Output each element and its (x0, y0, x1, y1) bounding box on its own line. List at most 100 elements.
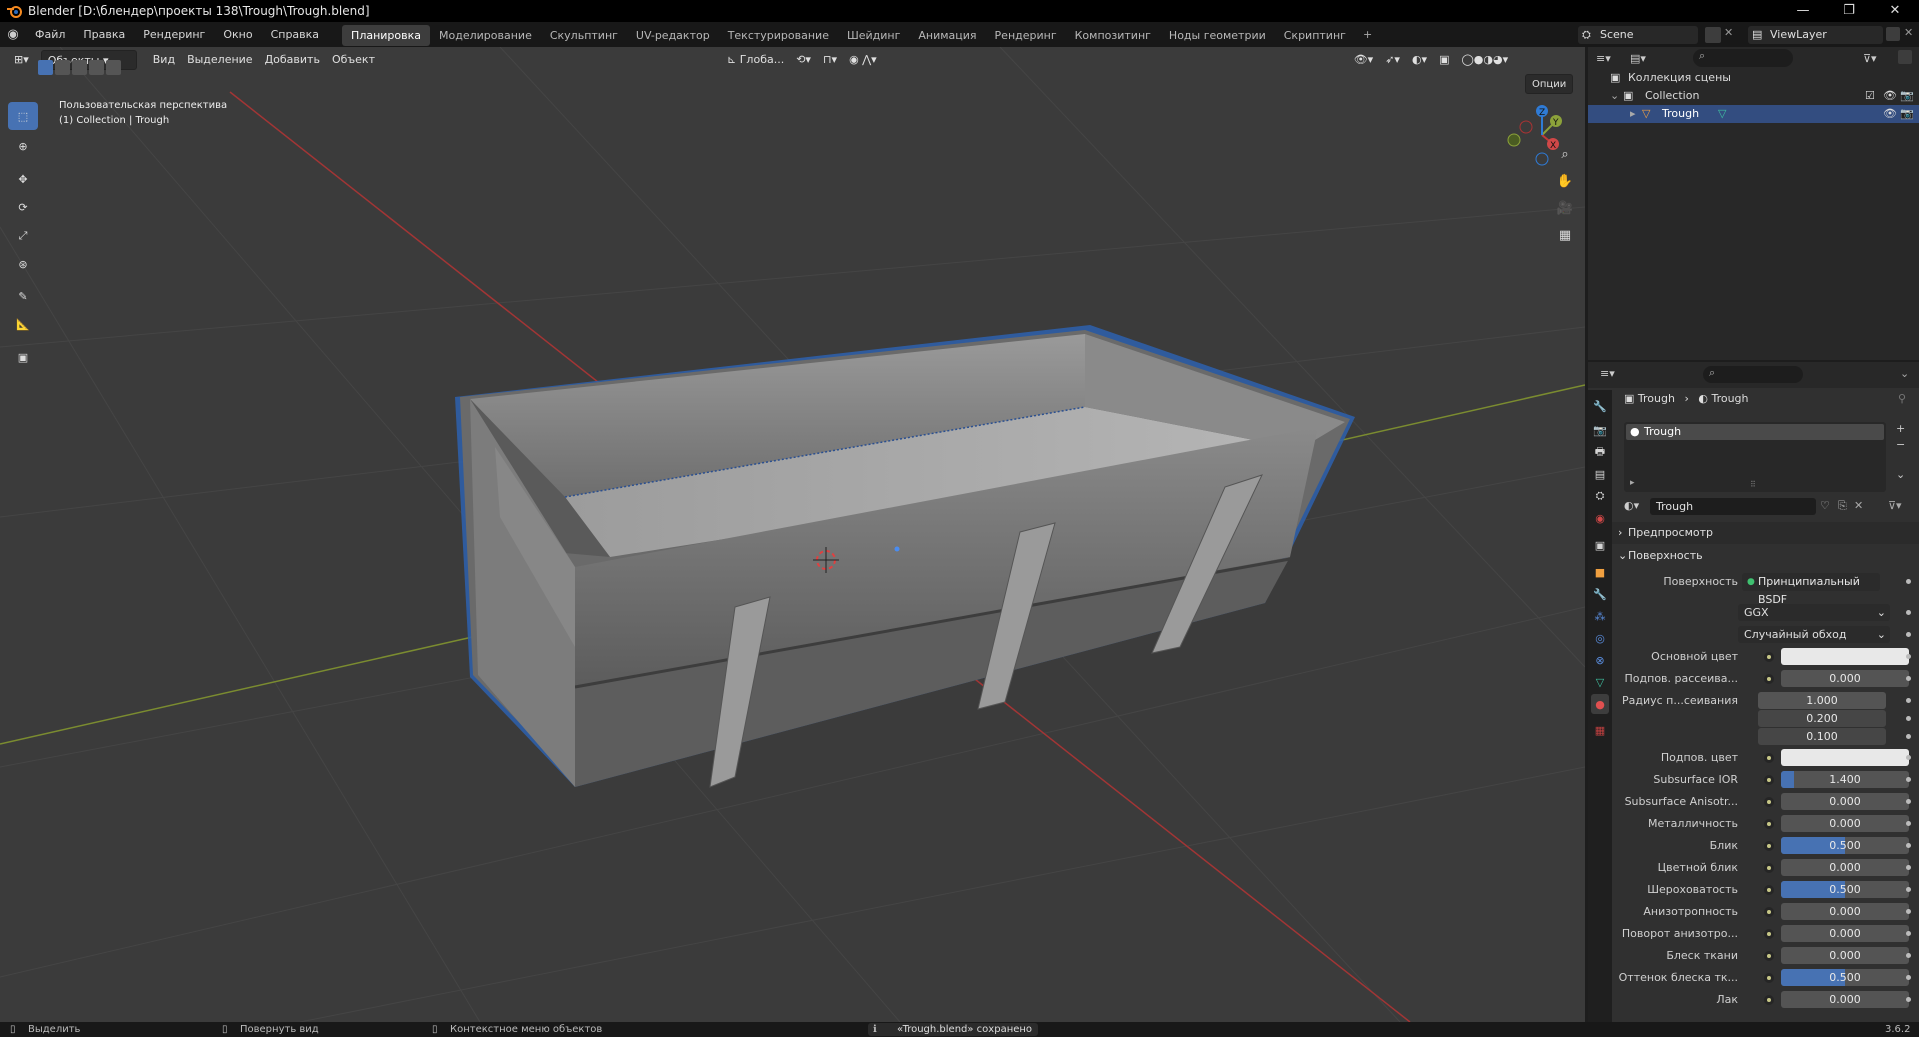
delete-scene-icon[interactable]: ✕ (1724, 26, 1733, 39)
socket-dot-icon[interactable] (1764, 652, 1774, 662)
texture-tab-icon[interactable]: ▦ (1591, 720, 1609, 740)
add-workspace-button[interactable]: + (1355, 28, 1380, 41)
value-slider[interactable]: 0.000 (1781, 859, 1909, 876)
menu-object[interactable]: Объект (326, 50, 381, 70)
value-slider[interactable]: 0.000 (1781, 903, 1909, 920)
socket-dot-icon[interactable] (1764, 841, 1774, 851)
duplicate-material-icon[interactable]: ⎘ (1838, 499, 1847, 513)
material-tab-icon[interactable]: ● (1591, 694, 1609, 714)
outliner-row-trough[interactable]: ▸ ▽ Trough ▽ 👁 📷 (1588, 105, 1919, 123)
value-slider[interactable]: 1.000 (1758, 692, 1886, 709)
outliner-row-scene-collection[interactable]: ▣ Коллекция сцены (1588, 69, 1919, 87)
keyframe-dot[interactable] (1906, 579, 1911, 584)
value-slider[interactable]: 0.000 (1781, 947, 1909, 964)
tab-modeling[interactable]: Моделирование (430, 25, 541, 46)
scene-selector[interactable]: ⛭ Scene (1578, 26, 1698, 44)
outliner-search-input[interactable]: ⌕ (1693, 49, 1793, 67)
tab-texture-paint[interactable]: Текстурирование (719, 25, 838, 46)
close-button[interactable]: ✕ (1872, 0, 1918, 22)
snap-icon[interactable]: ⊓▾ (817, 50, 843, 70)
cursor-tool-icon[interactable]: ⊕ (8, 132, 38, 160)
menu-view[interactable]: Вид (147, 50, 181, 70)
tab-uv-editing[interactable]: UV-редактор (627, 25, 719, 46)
color-swatch[interactable] (1781, 749, 1909, 766)
add-cube-tool-icon[interactable]: ▣ (8, 343, 38, 371)
unlink-material-icon[interactable]: ✕ (1854, 499, 1863, 512)
value-slider[interactable]: 0.000 (1781, 925, 1909, 942)
socket-dot-icon[interactable] (1764, 929, 1774, 939)
keyframe-dot[interactable] (1906, 997, 1911, 1002)
material-browse-icon[interactable]: ◐▾ (1624, 499, 1639, 512)
data-tab-icon[interactable]: ▽ (1591, 672, 1609, 692)
scale-tool-icon[interactable]: ⤢ (8, 222, 38, 250)
menu-window[interactable]: Окно (214, 22, 261, 47)
keyframe-dot[interactable] (1906, 975, 1911, 980)
constraints-tab-icon[interactable]: ⊗ (1591, 650, 1609, 670)
proportional-edit-icon[interactable]: ◉ ⋀▾ (843, 50, 883, 70)
checkbox-icon[interactable]: ☑ (1865, 87, 1875, 105)
value-slider[interactable]: 0.500 (1781, 837, 1909, 854)
annotate-tool-icon[interactable]: ✎ (8, 282, 38, 310)
blender-menu-icon[interactable]: ◉ (0, 27, 26, 42)
properties-editor-type-icon[interactable]: ≡▾ (1600, 367, 1615, 380)
tool-tab-icon[interactable]: 🔧 (1591, 396, 1609, 416)
pan-hand-icon[interactable]: ✋ (1553, 169, 1577, 193)
object-tab-icon[interactable]: ■ (1591, 562, 1609, 582)
tab-layout[interactable]: Планировка (342, 25, 431, 46)
socket-dot-icon[interactable] (1764, 753, 1774, 763)
delete-view-layer-icon[interactable]: ✕ (1904, 26, 1913, 39)
modifier-tab-icon[interactable]: 🔧 (1591, 584, 1609, 604)
physics-tab-icon[interactable]: ◎ (1591, 628, 1609, 648)
value-slider[interactable]: 0.500 (1781, 881, 1909, 898)
fake-user-icon[interactable]: ♡ (1820, 499, 1830, 512)
eye-icon[interactable]: 👁 (1883, 105, 1897, 123)
keyframe-dot[interactable] (1906, 865, 1911, 870)
maximize-button[interactable]: ❐ (1826, 0, 1872, 22)
collapse-icon[interactable]: ⌄ (1610, 87, 1619, 105)
surface-shader-selector[interactable]: ● Принципиальный BSDF (1742, 573, 1880, 606)
pivot-icon[interactable]: ⟲▾ (790, 50, 817, 70)
xray-icon[interactable]: ▣ (1433, 50, 1455, 70)
keyframe-dot[interactable] (1906, 887, 1911, 892)
eye-icon[interactable]: 👁 (1883, 87, 1897, 105)
tab-compositing[interactable]: Композитинг (1066, 25, 1160, 46)
keyframe-dot[interactable] (1906, 843, 1911, 848)
output-tab-icon[interactable]: 🖶 (1591, 442, 1609, 462)
tab-scripting[interactable]: Скриптинг (1275, 25, 1355, 46)
world-tab-icon[interactable]: ◉ (1591, 508, 1609, 528)
keyframe-dot[interactable] (1906, 799, 1911, 804)
3d-viewport[interactable]: ⊞▾ Объекты ▾ Вид Выделение Добавить Объе… (0, 47, 1585, 1022)
tab-rendering[interactable]: Рендеринг (986, 25, 1066, 46)
visibility-icon[interactable]: 👁▾ (1348, 50, 1380, 70)
menu-help[interactable]: Справка (262, 22, 328, 47)
keyframe-dot[interactable] (1906, 777, 1911, 782)
select-subtract-icon[interactable] (72, 60, 87, 75)
distribution-dropdown[interactable]: GGX ⌄ (1738, 604, 1890, 621)
new-collection-icon[interactable] (1898, 50, 1912, 64)
view-layer-tab-icon[interactable]: ▤ (1591, 464, 1609, 484)
properties-search-input[interactable]: ⌕ (1703, 366, 1803, 383)
move-tool-icon[interactable]: ✥ (8, 165, 38, 193)
scene-tab-icon[interactable]: ⛭ (1591, 486, 1609, 506)
outliner-editor-type-icon[interactable]: ≡▾ (1596, 52, 1611, 65)
camera-view-icon[interactable]: 🎥 (1553, 196, 1577, 220)
menu-file[interactable]: Файл (26, 22, 74, 47)
camera-icon[interactable]: 📷 (1900, 87, 1914, 105)
socket-dot-icon[interactable] (1764, 907, 1774, 917)
section-preview[interactable]: › Предпросмотр (1612, 522, 1919, 544)
overlay-toggle-icon[interactable]: ◐▾ (1406, 50, 1433, 70)
rotate-tool-icon[interactable]: ⟳ (8, 193, 38, 221)
socket-dot-icon[interactable] (1764, 863, 1774, 873)
keyframe-dot[interactable] (1906, 610, 1911, 615)
tab-sculpting[interactable]: Скульптинг (541, 25, 627, 46)
filter-icon[interactable]: ⊽▾ (1863, 52, 1877, 65)
keyframe-dot[interactable] (1906, 931, 1911, 936)
socket-dot-icon[interactable] (1764, 674, 1774, 684)
zoom-icon[interactable]: ⌕ (1553, 142, 1577, 166)
keyframe-dot[interactable] (1906, 734, 1911, 739)
color-swatch[interactable] (1781, 648, 1909, 665)
keyframe-dot[interactable] (1906, 632, 1911, 637)
menu-add[interactable]: Добавить (259, 50, 326, 70)
slot-menu-icon[interactable]: ⌄ (1896, 468, 1905, 481)
gizmo-toggle-icon[interactable]: ➶▾ (1379, 50, 1406, 70)
